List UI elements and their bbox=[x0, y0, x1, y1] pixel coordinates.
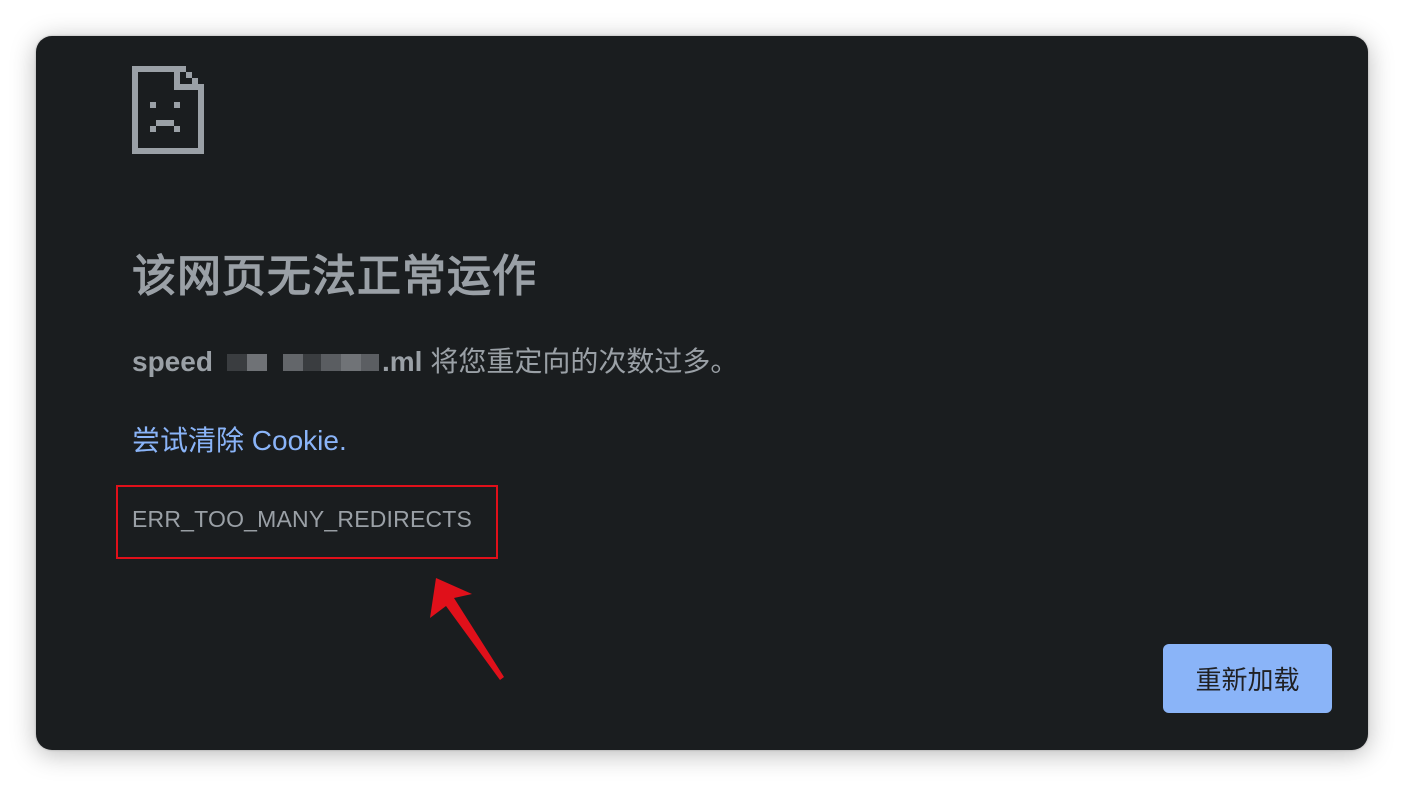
page-title: 该网页无法正常运作 bbox=[132, 252, 537, 301]
host-prefix: speed bbox=[132, 346, 213, 377]
sad-page-icon bbox=[132, 66, 204, 154]
red-arrow-icon bbox=[430, 578, 504, 680]
clear-cookies-link[interactable]: 尝试清除 Cookie. bbox=[132, 421, 347, 461]
redacted-host-segment bbox=[226, 350, 379, 374]
host-suffix: .ml bbox=[381, 346, 423, 377]
error-message: speed .ml 将您重定向的次数过多。 bbox=[132, 342, 738, 382]
error-message-text: 将您重定向的次数过多。 bbox=[430, 346, 739, 377]
error-code: ERR_TOO_MANY_REDIRECTS bbox=[132, 506, 473, 532]
reload-button[interactable]: 重新加载 bbox=[1163, 644, 1332, 713]
error-page: 该网页无法正常运作 speed .ml 将您重定向的次数过多。 尝试清除 Coo… bbox=[36, 36, 1368, 750]
